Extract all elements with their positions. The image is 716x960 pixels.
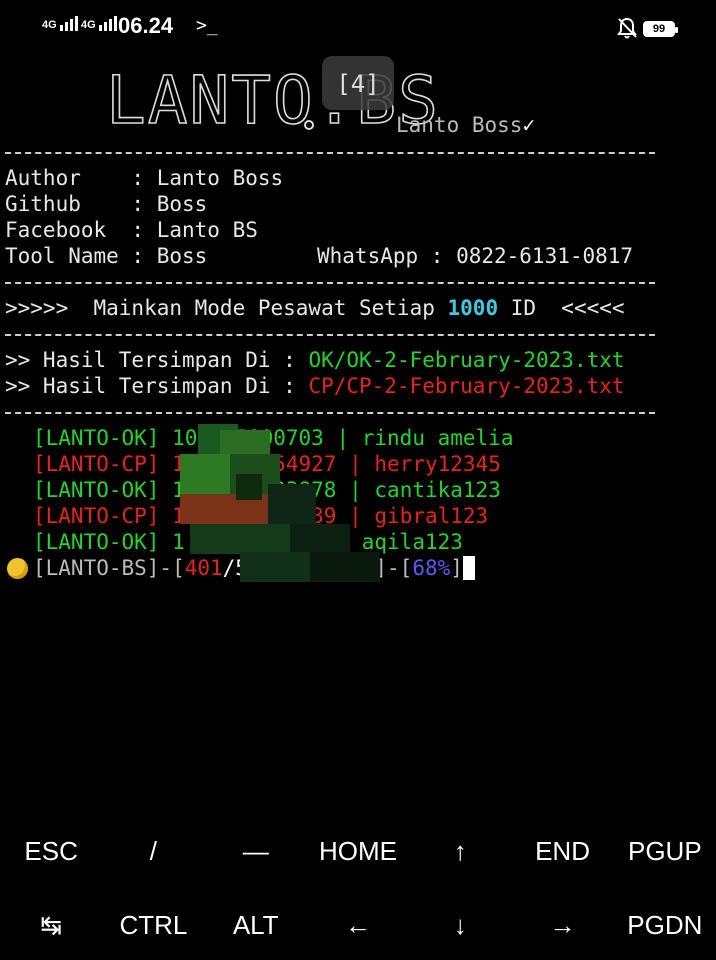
battery-level: 99 bbox=[652, 23, 666, 35]
extra-keys-row-1: ESC / — HOME ↑ END PGUP bbox=[0, 836, 716, 867]
network-type-label: 4G bbox=[42, 19, 57, 31]
pgdn-key[interactable]: PGDN bbox=[614, 910, 716, 941]
tool-name-line: Tool Name : Boss bbox=[5, 244, 208, 268]
tagline-text: Lanto Boss bbox=[396, 113, 523, 137]
battery-icon: 99 bbox=[643, 21, 678, 37]
dash-key[interactable]: — bbox=[205, 836, 307, 867]
coin-icon bbox=[7, 558, 28, 579]
author-line: Author : Lanto Boss bbox=[5, 166, 284, 190]
log-tag: [LANTO-OK] bbox=[33, 478, 160, 502]
cp-result-label: >> Hasil Tersimpan Di : bbox=[5, 374, 309, 398]
cp-result-path: >> Hasil Tersimpan Di : CP/CP-2-February… bbox=[5, 373, 625, 399]
ok-result-path: >> Hasil Tersimpan Di : OK/OK-2-February… bbox=[5, 347, 625, 373]
separator bbox=[5, 152, 655, 154]
logo-dot bbox=[304, 120, 314, 130]
alt-key[interactable]: ALT bbox=[205, 910, 307, 941]
down-arrow-key[interactable]: ↓ bbox=[409, 910, 511, 941]
separator bbox=[5, 334, 655, 336]
facebook-line: Facebook : Lanto BS bbox=[5, 218, 258, 242]
redaction-overlay bbox=[180, 424, 380, 584]
log-password: cantika123 bbox=[374, 478, 501, 502]
progress-close: ] bbox=[450, 556, 463, 580]
status-bar: 4G 4G 06.24 >_ 99 bbox=[0, 0, 716, 56]
notifications-off-icon bbox=[617, 17, 637, 39]
esc-key[interactable]: ESC bbox=[0, 836, 102, 867]
log-tag: [LANTO-CP] bbox=[33, 452, 160, 476]
left-arrow-key[interactable]: ← bbox=[307, 910, 409, 941]
signal-icon: 4G bbox=[81, 16, 117, 31]
notice-count: 1000 bbox=[447, 296, 499, 320]
log-password: herry12345 bbox=[374, 452, 501, 476]
session-count-badge[interactable]: [4] bbox=[322, 56, 394, 110]
log-tag: [LANTO-CP] bbox=[33, 504, 160, 528]
ok-result-file: OK/OK-2-February-2023.txt bbox=[308, 348, 625, 372]
signal-icon: 4G bbox=[42, 16, 78, 31]
home-key[interactable]: HOME bbox=[307, 836, 409, 867]
pgup-key[interactable]: PGUP bbox=[614, 836, 716, 867]
right-arrow-key[interactable]: → bbox=[511, 910, 613, 941]
log-password: rindu amelia bbox=[361, 426, 514, 450]
ok-result-label: >> Hasil Tersimpan Di : bbox=[5, 348, 309, 372]
network-type-label: 4G bbox=[81, 19, 96, 31]
terminal-cursor[interactable] bbox=[462, 556, 475, 580]
tab-key[interactable]: ↹ bbox=[0, 910, 102, 941]
log-tag: [LANTO-OK] bbox=[33, 530, 160, 554]
end-key[interactable]: END bbox=[511, 836, 613, 867]
separator bbox=[5, 282, 655, 284]
progress-percent: 68% bbox=[412, 556, 451, 580]
notice-suffix: ID <<<<< bbox=[498, 296, 625, 320]
clock: 06.24 bbox=[118, 13, 174, 38]
banner-tagline: Lanto Boss✓ bbox=[396, 113, 535, 137]
terminal-icon: >_ bbox=[196, 15, 218, 36]
progress-prefix: [LANTO-BS]-[ bbox=[33, 556, 185, 580]
github-line: Github : Boss bbox=[5, 192, 208, 216]
progress-middle-end: ]-[ bbox=[374, 556, 413, 580]
extra-keys-row-2: ↹ CTRL ALT ← ↓ → PGDN bbox=[0, 910, 716, 941]
cp-result-file: CP/CP-2-February-2023.txt bbox=[308, 374, 625, 398]
whatsapp-line: WhatsApp : 0822-6131-0817 bbox=[317, 244, 634, 268]
up-arrow-key[interactable]: ↑ bbox=[409, 836, 511, 867]
slash-key[interactable]: / bbox=[102, 836, 204, 867]
checkmark-icon: ✓ bbox=[522, 113, 536, 137]
airplane-mode-notice: >>>>> Mainkan Mode Pesawat Setiap 1000 I… bbox=[5, 295, 625, 321]
notice-prefix: >>>>> Mainkan Mode Pesawat Setiap bbox=[5, 296, 448, 320]
session-count: [4] bbox=[336, 70, 380, 98]
log-password: gibral123 bbox=[374, 504, 489, 528]
log-tag: [LANTO-OK] bbox=[33, 426, 160, 450]
separator bbox=[5, 412, 655, 414]
ctrl-key[interactable]: CTRL bbox=[102, 910, 204, 941]
